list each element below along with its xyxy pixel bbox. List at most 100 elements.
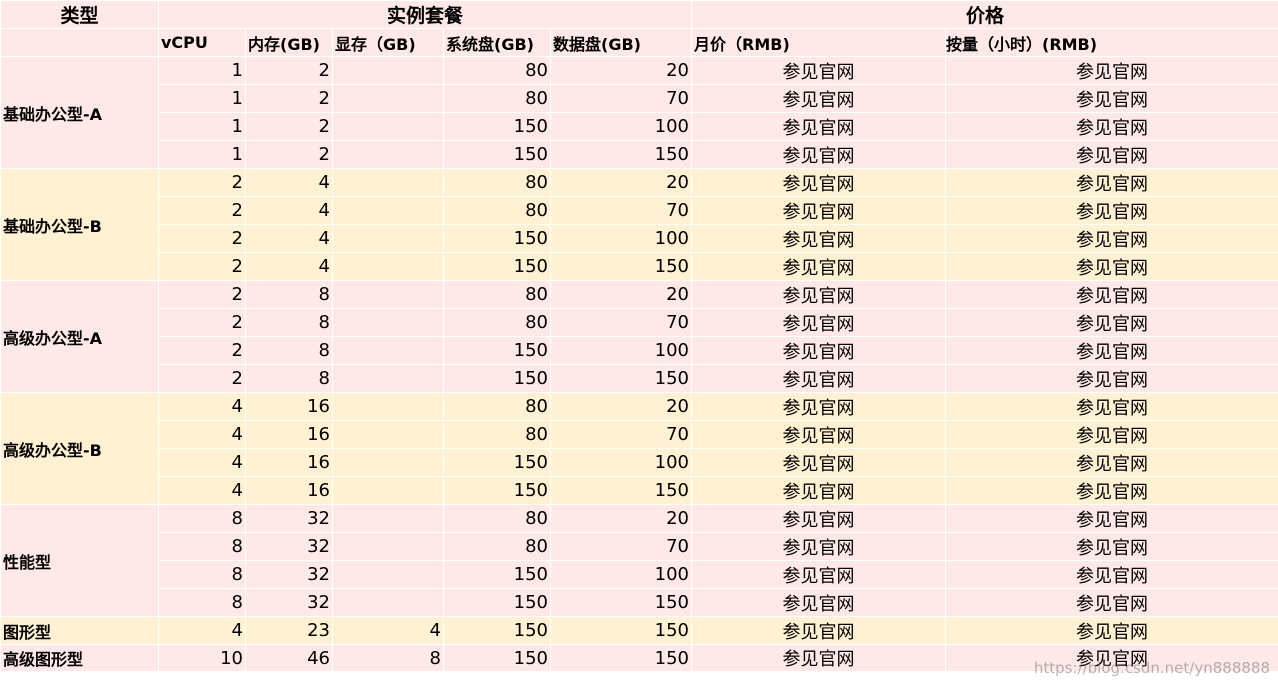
cell-vcpu: 2 — [158, 168, 246, 197]
cell-system-disk: 150 — [443, 224, 551, 253]
cell-hourly-price: 参见官网 — [944, 448, 1278, 477]
cell-vcpu: 2 — [158, 308, 246, 337]
cell-system-disk: 80 — [443, 56, 551, 85]
cell-monthly-price: 参见官网 — [691, 112, 946, 141]
cell-vram — [332, 588, 444, 617]
cell-monthly-price: 参见官网 — [691, 504, 946, 533]
header-type-blank — [0, 28, 159, 57]
table-row: 8 32 150 150 参见官网 参见官网 — [1, 588, 1278, 617]
cell-data-disk: 20 — [550, 56, 692, 85]
cell-monthly-price: 参见官网 — [691, 532, 946, 561]
cell-monthly-price: 参见官网 — [691, 196, 946, 225]
cell-hourly-price: 参见官网 — [944, 56, 1278, 85]
cell-vram — [332, 140, 444, 169]
spreadsheet: 类型 实例套餐 价格 vCPU 内存(GB) 显存（GB) 系统盘(GB) 数据… — [0, 0, 1278, 683]
cell-vcpu: 2 — [158, 196, 246, 225]
cell-vcpu: 10 — [158, 644, 246, 672]
header-instance-package: 实例套餐 — [158, 0, 692, 29]
cell-hourly-price: 参见官网 — [944, 168, 1278, 197]
cell-vram — [332, 392, 444, 421]
cell-hourly-price: 参见官网 — [944, 280, 1278, 309]
cell-hourly-price: 参见官网 — [944, 308, 1278, 337]
table-row: 高级办公型-A 2 8 80 20 参见官网 参见官网 — [0, 280, 1278, 393]
cell-monthly-price: 参见官网 — [691, 588, 946, 617]
cell-vcpu: 4 — [158, 476, 246, 505]
header-monthly-price: 月价（RMB) — [691, 28, 946, 57]
cell-memory: 32 — [245, 504, 333, 533]
cell-data-disk: 70 — [550, 196, 692, 225]
header-row-1: 类型 实例套餐 价格 — [0, 0, 1278, 29]
cell-system-disk: 80 — [443, 84, 551, 113]
cell-hourly-price: 参见官网 — [944, 84, 1278, 113]
cell-monthly-price: 参见官网 — [691, 644, 946, 672]
cell-system-disk: 150 — [443, 616, 551, 645]
header-system-disk: 系统盘(GB) — [443, 28, 551, 57]
cell-system-disk: 150 — [443, 476, 551, 505]
cell-data-disk: 20 — [550, 392, 692, 421]
cell-vcpu: 4 — [158, 616, 246, 645]
cell-monthly-price: 参见官网 — [691, 140, 946, 169]
cell-vcpu: 1 — [158, 56, 246, 85]
cell-type: 性能型 — [0, 504, 159, 617]
cell-monthly-price: 参见官网 — [691, 56, 946, 85]
cell-memory: 32 — [245, 588, 333, 617]
cell-data-disk: 70 — [550, 84, 692, 113]
cell-memory: 16 — [245, 476, 333, 505]
cell-data-disk: 20 — [550, 504, 692, 533]
cell-system-disk: 80 — [443, 504, 551, 533]
cell-data-disk: 100 — [550, 448, 692, 477]
cell-type: 图形型 — [0, 616, 159, 645]
cell-monthly-price: 参见官网 — [691, 84, 946, 113]
header-type: 类型 — [0, 0, 159, 29]
cell-system-disk: 80 — [443, 168, 551, 197]
cell-vcpu: 2 — [158, 224, 246, 253]
cell-system-disk: 150 — [443, 448, 551, 477]
cell-data-disk: 150 — [550, 364, 692, 393]
cell-monthly-price: 参见官网 — [691, 560, 946, 589]
cell-system-disk: 80 — [443, 196, 551, 225]
cell-memory: 4 — [245, 252, 333, 281]
cell-hourly-price: 参见官网 — [944, 196, 1278, 225]
cell-hourly-price: 参见官网 — [944, 476, 1278, 505]
cell-vram — [332, 112, 444, 141]
cell-data-disk: 100 — [550, 112, 692, 141]
cell-hourly-price: 参见官网 — [944, 420, 1278, 449]
cell-monthly-price: 参见官网 — [691, 364, 946, 393]
cell-data-disk: 150 — [550, 476, 692, 505]
cell-vcpu: 1 — [158, 140, 246, 169]
cell-vram — [332, 252, 444, 281]
cell-system-disk: 80 — [443, 420, 551, 449]
cell-system-disk: 150 — [443, 588, 551, 617]
header-vram: 显存（GB) — [332, 28, 444, 57]
cell-hourly-price: 参见官网 — [944, 588, 1278, 617]
cell-hourly-price: 参见官网 — [944, 504, 1278, 533]
cell-data-disk: 150 — [550, 252, 692, 281]
table-row: 2 8 150 100 参见官网 参见官网 — [1, 336, 1278, 365]
header-price: 价格 — [690, 0, 1278, 29]
cell-vram: 8 — [332, 644, 444, 672]
cell-vram — [332, 56, 444, 85]
cell-hourly-price: 参见官网 — [944, 364, 1278, 393]
header-row-2: vCPU 内存(GB) 显存（GB) 系统盘(GB) 数据盘(GB) 月价（RM… — [0, 28, 1278, 57]
cell-system-disk: 150 — [443, 364, 551, 393]
cell-vcpu: 4 — [158, 420, 246, 449]
cell-data-disk: 100 — [550, 224, 692, 253]
cell-data-disk: 150 — [550, 588, 692, 617]
cell-vcpu: 1 — [158, 112, 246, 141]
cell-monthly-price: 参见官网 — [691, 420, 946, 449]
table-row: 4 16 150 150 参见官网 参见官网 — [1, 476, 1278, 505]
header-hourly-price: 按量（小时）(RMB) — [944, 28, 1278, 57]
cell-hourly-price: 参见官网 — [944, 112, 1278, 141]
cell-vcpu: 8 — [158, 532, 246, 561]
cell-data-disk: 70 — [550, 532, 692, 561]
cell-vcpu: 8 — [158, 560, 246, 589]
table-row: 2 4 80 70 参见官网 参见官网 — [1, 196, 1278, 225]
cell-monthly-price: 参见官网 — [691, 168, 946, 197]
cell-data-disk: 150 — [550, 616, 692, 645]
cell-memory: 16 — [245, 392, 333, 421]
cell-monthly-price: 参见官网 — [691, 280, 946, 309]
cell-hourly-price: 参见官网 — [944, 616, 1278, 645]
cell-vram — [332, 532, 444, 561]
cell-vcpu: 2 — [158, 336, 246, 365]
cell-monthly-price: 参见官网 — [691, 336, 946, 365]
